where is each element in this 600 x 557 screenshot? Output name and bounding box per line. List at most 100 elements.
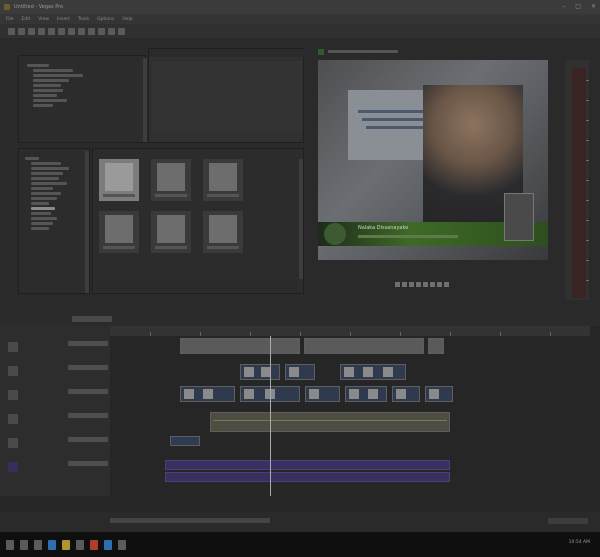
fx-preset-thumb[interactable]: [99, 159, 139, 201]
logo-icon: [324, 223, 346, 245]
preview-transport: [395, 282, 449, 287]
music-clip[interactable]: [170, 436, 200, 446]
timeline: [0, 312, 600, 512]
windows-taskbar: 10:54 AM: [0, 532, 600, 557]
menu-view[interactable]: View: [38, 17, 49, 22]
play-icon[interactable]: [402, 282, 407, 287]
master-bus-meter: [565, 60, 589, 300]
overlay-video-clip[interactable]: [285, 364, 315, 380]
panel-tabs[interactable]: [97, 281, 297, 291]
fx-presets-scrollbar[interactable]: [299, 159, 303, 279]
undo-icon[interactable]: [88, 27, 95, 35]
save-icon[interactable]: [28, 27, 35, 35]
fx-tree-scrollbar[interactable]: [85, 151, 89, 293]
overlay-video-clip[interactable]: [240, 364, 280, 380]
menu-file[interactable]: File: [6, 17, 14, 22]
menu-insert[interactable]: Insert: [57, 17, 70, 22]
media-list-panel: [148, 48, 305, 143]
explorer-icon[interactable]: [62, 539, 70, 550]
properties-icon[interactable]: [48, 27, 55, 35]
search-icon[interactable]: [20, 539, 28, 550]
new-project-icon[interactable]: [8, 27, 15, 35]
task-view-icon[interactable]: [34, 539, 42, 550]
track-header[interactable]: [8, 386, 108, 406]
preview-quality-icon[interactable]: [318, 49, 324, 55]
edge-icon[interactable]: [48, 539, 56, 550]
menu-edit[interactable]: Edit: [22, 17, 31, 22]
playhead[interactable]: [270, 336, 271, 496]
redo-icon[interactable]: [98, 27, 105, 35]
envelope-tool-icon[interactable]: [118, 27, 125, 35]
snapshot-icon[interactable]: [430, 282, 435, 287]
menu-bar: File Edit View Insert Tools Options Help: [0, 14, 600, 24]
music-clip[interactable]: [165, 472, 450, 482]
fx-preset-thumb[interactable]: [203, 211, 243, 253]
video-fx-tree-panel: [18, 148, 90, 294]
menu-tools[interactable]: Tools: [78, 17, 89, 22]
store-icon[interactable]: [76, 539, 84, 550]
vegas-window: Untitled - Vegas Pro – □ ✕ File Edit Vie…: [0, 0, 600, 557]
normal-edit-tool-icon[interactable]: [108, 27, 115, 35]
folder-tree[interactable]: [27, 62, 87, 107]
title-clip[interactable]: [428, 338, 444, 354]
overlay-video-clip[interactable]: [340, 364, 406, 380]
windows-start-icon[interactable]: [6, 539, 14, 550]
vegas-taskbar-icon[interactable]: [104, 539, 112, 550]
status-bar: [0, 512, 600, 532]
title-clip[interactable]: [304, 338, 424, 354]
track-header[interactable]: [8, 362, 108, 382]
overlay-icon[interactable]: [444, 282, 449, 287]
main-video-clip[interactable]: [305, 386, 340, 402]
split-screen-icon[interactable]: [437, 282, 442, 287]
fx-preset-thumb[interactable]: [99, 211, 139, 253]
open-icon[interactable]: [18, 27, 25, 35]
tree-scrollbar[interactable]: [143, 58, 147, 142]
transport-buttons[interactable]: [110, 518, 270, 523]
main-video-clip[interactable]: [180, 386, 235, 402]
track-header[interactable]: [8, 434, 108, 454]
main-video-clip[interactable]: [392, 386, 420, 402]
minimize-icon[interactable]: –: [562, 3, 565, 10]
track-header[interactable]: [8, 458, 108, 478]
clock[interactable]: 10:54 AM: [569, 540, 590, 545]
video-preview[interactable]: Nalaka Dissanayake: [318, 60, 548, 260]
fx-preset-thumb[interactable]: [203, 159, 243, 201]
main-video-clip[interactable]: [425, 386, 453, 402]
window-controls: – □ ✕: [562, 3, 596, 10]
copy-icon[interactable]: [68, 27, 75, 35]
lower-third-name: Nalaka Dissanayake: [358, 225, 409, 231]
system-tray: 10:54 AM: [569, 540, 594, 545]
title-clip[interactable]: [180, 338, 300, 354]
vegas-app-icon: [4, 4, 10, 10]
paste-icon[interactable]: [78, 27, 85, 35]
maximize-icon[interactable]: □: [575, 3, 581, 10]
title-bar: Untitled - Vegas Pro – □ ✕: [0, 0, 600, 14]
media-icon[interactable]: [90, 539, 98, 550]
fx-category-tree[interactable]: [25, 155, 81, 230]
app-icon[interactable]: [118, 539, 126, 550]
loop-icon[interactable]: [423, 282, 428, 287]
next-frame-icon[interactable]: [416, 282, 421, 287]
render-icon[interactable]: [38, 27, 45, 35]
video-preview-toolbar: [318, 48, 418, 56]
window-title: Untitled - Vegas Pro: [14, 4, 64, 10]
track-header[interactable]: [8, 410, 108, 430]
fx-preset-thumb[interactable]: [151, 159, 191, 201]
prev-frame-icon[interactable]: [395, 282, 400, 287]
close-icon[interactable]: ✕: [591, 3, 596, 10]
main-video-clip[interactable]: [345, 386, 387, 402]
menu-options[interactable]: Options: [97, 17, 114, 22]
stop-icon[interactable]: [409, 282, 414, 287]
audio-clip[interactable]: [210, 412, 450, 432]
timeline-ruler[interactable]: [110, 326, 590, 336]
fx-preset-thumb[interactable]: [151, 211, 191, 253]
fx-presets-panel: [92, 148, 304, 294]
track-area[interactable]: [110, 336, 590, 496]
music-clip[interactable]: [165, 460, 450, 470]
project-media-tree-panel: [18, 55, 147, 143]
time-display: [548, 518, 588, 524]
menu-help[interactable]: Help: [122, 17, 132, 22]
cut-icon[interactable]: [58, 27, 65, 35]
track-headers: [0, 326, 110, 496]
track-header[interactable]: [8, 338, 108, 358]
